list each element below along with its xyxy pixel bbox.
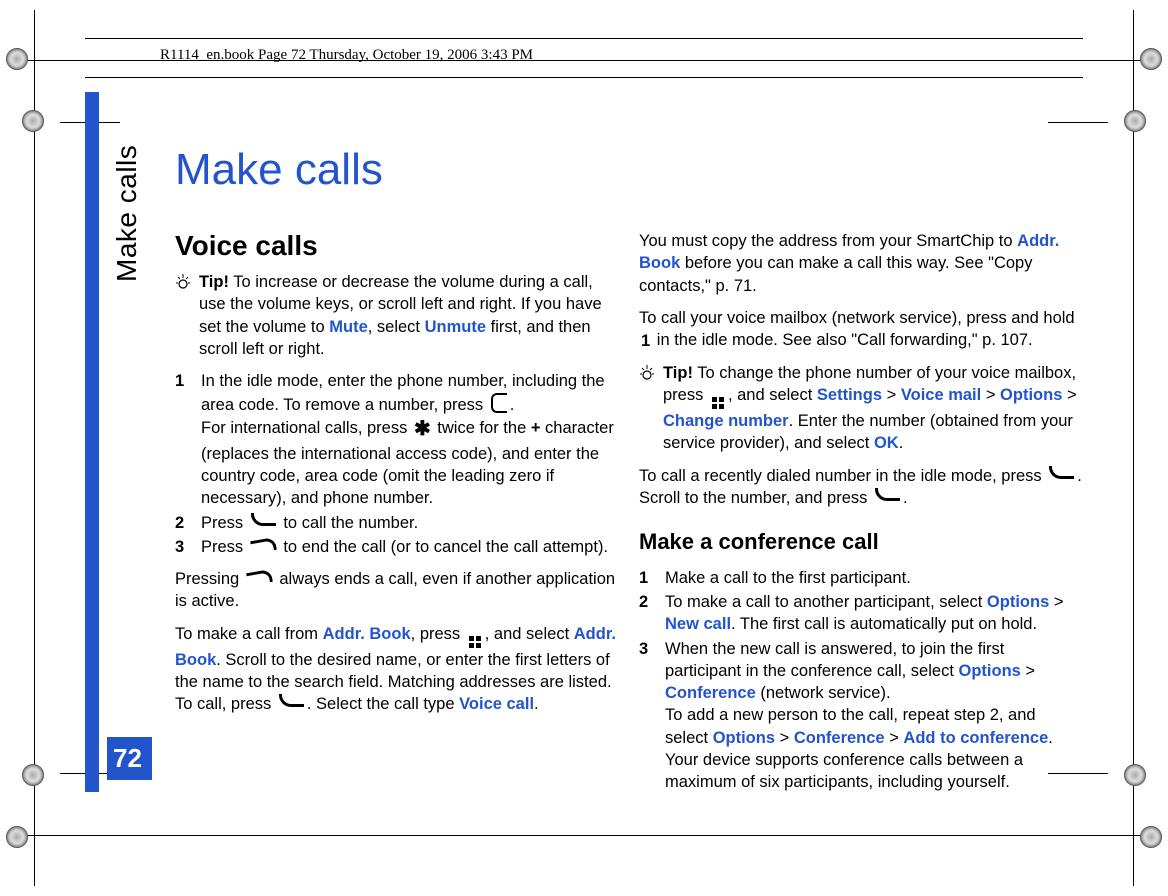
menu-key-icon: [468, 635, 482, 649]
tip-voicemail-number: Tip! To change the phone number of your …: [639, 362, 1083, 455]
para-voicemail: To call your voice mailbox (network serv…: [639, 307, 1083, 352]
para-addr-book: To make a call from Addr. Book, press , …: [175, 623, 619, 716]
send-key-icon: [279, 694, 304, 707]
star-key-icon: ✱: [414, 416, 431, 443]
end-key-icon: [246, 569, 273, 586]
page-number: 72: [107, 737, 152, 780]
para-smartchip: You must copy the address from your Smar…: [639, 230, 1083, 297]
conf-step-1: 1Make a call to the first participant.: [639, 567, 1083, 589]
clear-key-icon: [491, 393, 507, 413]
blue-side-bar: [85, 92, 99, 792]
one-key-icon: 1: [641, 330, 650, 352]
step-3: 3 Press to end the call (or to cancel th…: [175, 536, 619, 558]
section-conference: Make a conference call: [639, 527, 1083, 557]
right-column: You must copy the address from your Smar…: [639, 140, 1083, 792]
end-key-icon: [250, 537, 277, 554]
side-label: Make calls: [111, 145, 143, 282]
send-key-icon: [1049, 466, 1074, 479]
tip-volume: Tip! To increase or decrease the volume …: [175, 271, 619, 360]
section-voice-calls: Voice calls: [175, 227, 619, 265]
tip-icon: [639, 365, 655, 381]
step-2: 2 Press to call the number.: [175, 512, 619, 534]
send-key-icon: [875, 488, 900, 501]
conf-step-2: 2 To make a call to another participant,…: [639, 591, 1083, 636]
content-area: Make calls Voice calls Tip! To increase …: [175, 140, 1083, 792]
page-title: Make calls: [175, 140, 619, 199]
send-key-icon: [251, 513, 276, 526]
tip-icon: [175, 274, 191, 290]
left-column: Make calls Voice calls Tip! To increase …: [175, 140, 619, 792]
conf-step-3: 3 When the new call is answered, to join…: [639, 638, 1083, 794]
menu-key-icon: [711, 396, 725, 410]
para-end-call: Pressing always ends a call, even if ano…: [175, 568, 619, 613]
step-1: 1 In the idle mode, enter the phone numb…: [175, 370, 619, 509]
header-text: R1114_en.book Page 72 Thursday, October …: [160, 47, 533, 64]
para-recent: To call a recently dialed number in the …: [639, 465, 1083, 510]
page-frame: R1114_en.book Page 72 Thursday, October …: [85, 92, 1083, 792]
